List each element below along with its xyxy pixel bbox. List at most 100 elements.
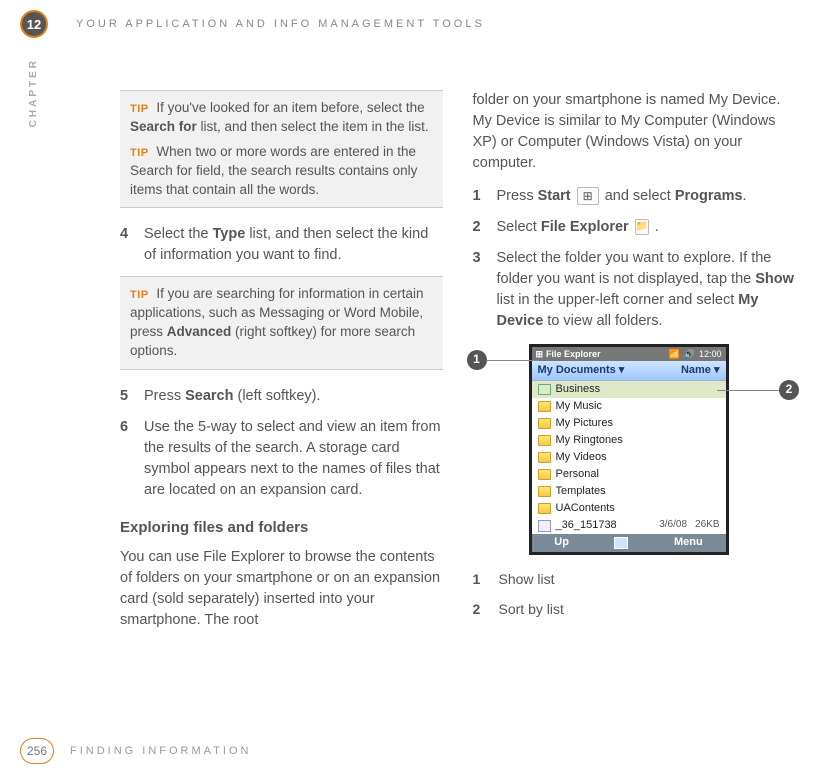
tip-item: TIP If you are searching for information… bbox=[130, 285, 433, 361]
folder-row[interactable]: My Videos bbox=[532, 449, 726, 466]
phone-app-title: ⊞File Explorer bbox=[536, 348, 601, 361]
windows-flag-icon: ⊞ bbox=[577, 187, 599, 205]
folder-icon bbox=[538, 469, 551, 480]
windows-flag-icon[interactable] bbox=[614, 537, 628, 549]
item-size: 26KB bbox=[695, 518, 719, 533]
item-name: My Music bbox=[556, 399, 602, 415]
step-1: 1 Press Start ⊞ and select Programs. bbox=[473, 186, 796, 207]
show-list-dropdown[interactable]: My Documents ▾ bbox=[538, 363, 625, 379]
left-column: TIP If you've looked for an item before,… bbox=[120, 90, 443, 712]
file-icon bbox=[538, 520, 551, 532]
item-meta: 3/6/08 26KB bbox=[659, 518, 719, 533]
folder-icon bbox=[538, 486, 551, 497]
tip-item: TIP When two or more words are entered i… bbox=[130, 143, 433, 200]
step-5: 5 Press Search (left softkey). bbox=[120, 386, 443, 407]
phone-screenshot: ⊞File Explorer 📶 🔊 12:00 My Documents ▾ … bbox=[529, 344, 729, 555]
footer-section-title: FINDING INFORMATION bbox=[70, 745, 251, 757]
folder-icon bbox=[538, 503, 551, 514]
folder-row[interactable]: My Ringtones bbox=[532, 432, 726, 449]
folder-row[interactable]: Personal bbox=[532, 466, 726, 483]
page-footer: 256 FINDING INFORMATION bbox=[20, 738, 251, 764]
chapter-number-badge: 12 bbox=[20, 10, 48, 38]
file-row[interactable]: _36_151738 3/6/08 26KB bbox=[532, 517, 726, 534]
folder-row[interactable]: UAContents bbox=[532, 500, 726, 517]
content-columns: TIP If you've looked for an item before,… bbox=[120, 90, 795, 712]
folder-icon bbox=[538, 452, 551, 463]
item-date: 3/6/08 bbox=[659, 518, 687, 533]
section-heading: Exploring files and folders bbox=[120, 517, 443, 539]
folder-row[interactable]: My Music bbox=[532, 398, 726, 415]
legend-row: 1 Show list bbox=[473, 569, 796, 589]
step-4: 4 Select the Type list, and then select … bbox=[120, 224, 443, 266]
figure-legend: 1 Show list 2 Sort by list bbox=[473, 569, 796, 620]
file-explorer-icon: 📁 bbox=[635, 219, 649, 235]
right-column: folder on your smartphone is named My De… bbox=[473, 90, 796, 712]
step-body: Select File Explorer 📁 . bbox=[497, 217, 796, 238]
item-name: Business bbox=[556, 382, 601, 398]
chapter-vertical-label: CHAPTER bbox=[28, 58, 39, 127]
tip-label: TIP bbox=[130, 289, 149, 301]
legend-text: Sort by list bbox=[499, 599, 796, 619]
step-body: Press Start ⊞ and select Programs. bbox=[497, 186, 796, 207]
page-header: 12 YOUR APPLICATION AND INFO MANAGEMENT … bbox=[20, 8, 805, 40]
item-name: Templates bbox=[556, 484, 606, 500]
tip-text: When two or more words are entered in th… bbox=[130, 144, 417, 197]
legend-text: Show list bbox=[499, 569, 796, 589]
item-name: UAContents bbox=[556, 501, 615, 517]
step-number: 6 bbox=[120, 417, 144, 501]
step-body: Select the folder you want to explore. I… bbox=[497, 248, 796, 332]
folder-icon bbox=[538, 418, 551, 429]
callout-2: 2 bbox=[779, 380, 799, 400]
step-number: 3 bbox=[473, 248, 497, 332]
folder-icon bbox=[538, 435, 551, 446]
step-3: 3 Select the folder you want to explore.… bbox=[473, 248, 796, 332]
tip-box-1: TIP If you've looked for an item before,… bbox=[120, 90, 443, 208]
phone-toolbar: My Documents ▾ Name ▾ bbox=[532, 361, 726, 381]
volume-icon: 🔊 bbox=[684, 348, 695, 361]
paragraph: You can use File Explorer to browse the … bbox=[120, 547, 443, 631]
step-number: 2 bbox=[473, 217, 497, 238]
tip-bold: Search for bbox=[130, 119, 197, 134]
step-2: 2 Select File Explorer 📁 . bbox=[473, 217, 796, 238]
phone-statusbar: ⊞File Explorer 📶 🔊 12:00 bbox=[532, 347, 726, 361]
step-number: 1 bbox=[473, 186, 497, 207]
softkey-menu[interactable]: Menu bbox=[674, 535, 703, 551]
folder-row[interactable]: My Pictures bbox=[532, 415, 726, 432]
paragraph: folder on your smartphone is named My De… bbox=[473, 90, 796, 174]
folder-row[interactable]: Business bbox=[532, 381, 726, 398]
step-6: 6 Use the 5-way to select and view an it… bbox=[120, 417, 443, 501]
clock: 12:00 bbox=[699, 348, 722, 361]
legend-number: 2 bbox=[473, 599, 499, 619]
legend-number: 1 bbox=[473, 569, 499, 589]
tip-box-2: TIP If you are searching for information… bbox=[120, 276, 443, 370]
phone-softkeys: Up Menu bbox=[532, 534, 726, 552]
softkey-up[interactable]: Up bbox=[554, 535, 569, 551]
legend-row: 2 Sort by list bbox=[473, 599, 796, 619]
folder-row[interactable]: Templates bbox=[532, 483, 726, 500]
item-name: My Ringtones bbox=[556, 433, 623, 449]
folder-icon bbox=[538, 384, 551, 395]
figure-file-explorer: 1 2 ⊞File Explorer 📶 🔊 12:00 My Document… bbox=[473, 344, 796, 555]
step-body: Press Search (left softkey). bbox=[144, 386, 443, 407]
callout-1: 1 bbox=[467, 350, 487, 370]
item-name: My Pictures bbox=[556, 416, 613, 432]
step-body: Use the 5-way to select and view an item… bbox=[144, 417, 443, 501]
windows-flag-icon: ⊞ bbox=[536, 348, 544, 361]
step-number: 4 bbox=[120, 224, 144, 266]
item-name: _36_151738 bbox=[556, 518, 617, 534]
sort-by-dropdown[interactable]: Name ▾ bbox=[681, 363, 720, 379]
callout-line bbox=[717, 390, 779, 391]
callout-line bbox=[487, 360, 539, 361]
folder-icon bbox=[538, 401, 551, 412]
phone-file-list: BusinessMy MusicMy PicturesMy RingtonesM… bbox=[532, 381, 726, 534]
page-number: 256 bbox=[20, 738, 54, 764]
chapter-title: YOUR APPLICATION AND INFO MANAGEMENT TOO… bbox=[76, 18, 485, 30]
step-number: 5 bbox=[120, 386, 144, 407]
tip-text: If you've looked for an item before, sel… bbox=[156, 100, 424, 115]
tip-label: TIP bbox=[130, 147, 149, 159]
step-body: Select the Type list, and then select th… bbox=[144, 224, 443, 266]
tip-text: list, and then select the item in the li… bbox=[197, 119, 429, 134]
tip-label: TIP bbox=[130, 103, 149, 115]
signal-icon: 📶 bbox=[669, 348, 680, 361]
tip-item: TIP If you've looked for an item before,… bbox=[130, 99, 433, 137]
